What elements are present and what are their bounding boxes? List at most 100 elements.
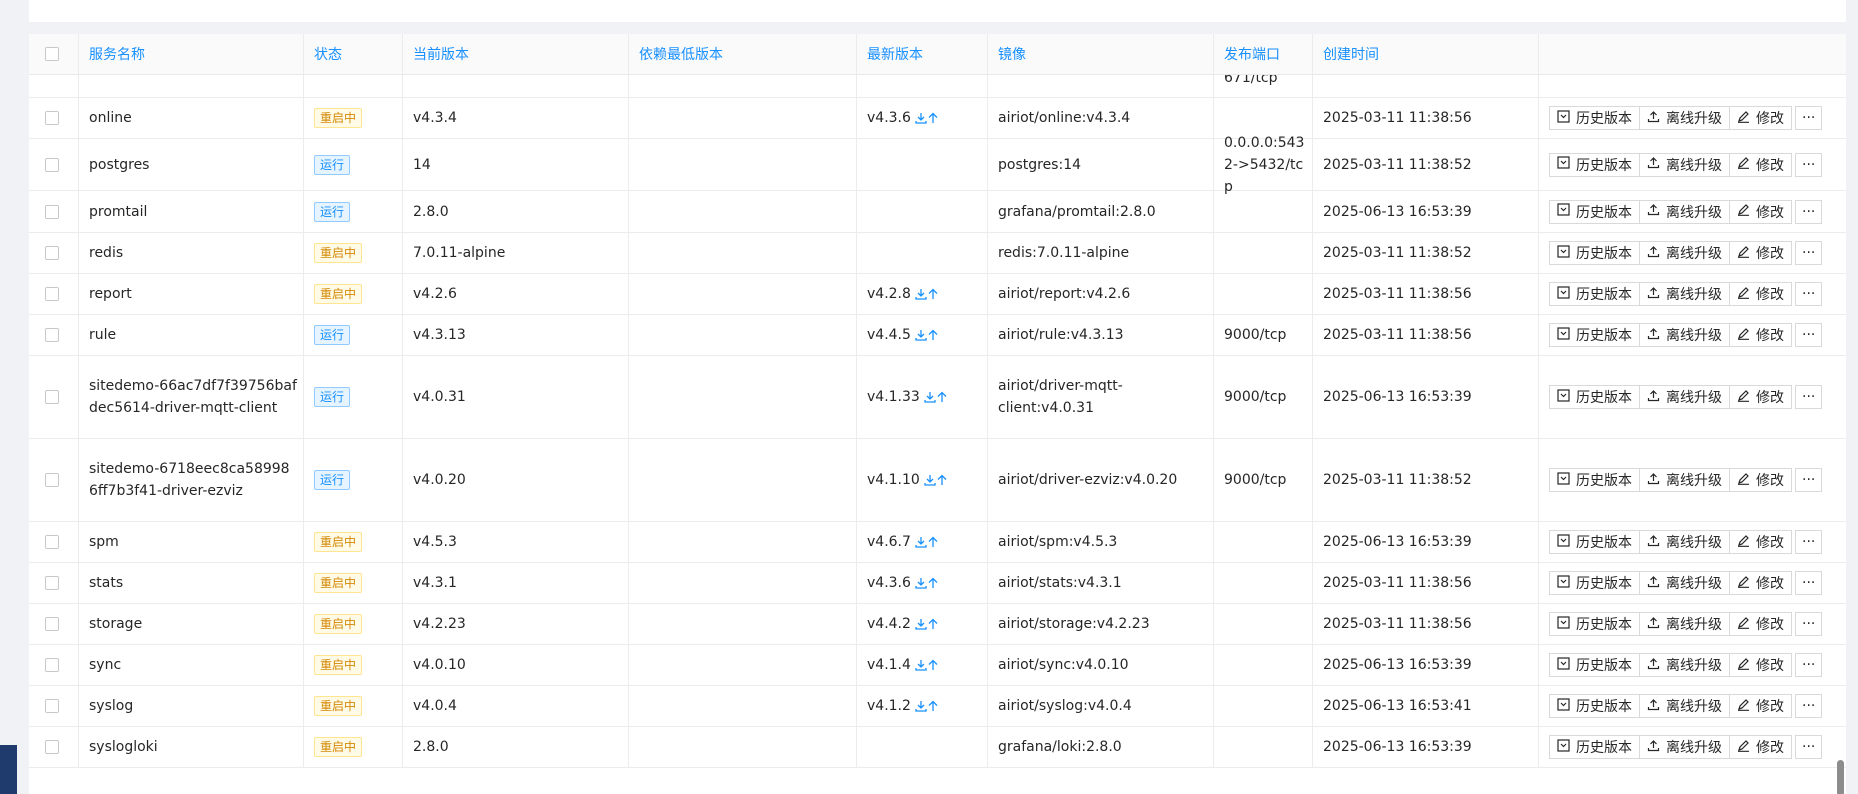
- history-version-button[interactable]: 历史版本: [1549, 106, 1640, 130]
- row-checkbox[interactable]: [45, 111, 59, 125]
- row-checkbox[interactable]: [45, 617, 59, 631]
- row-checkbox[interactable]: [45, 287, 59, 301]
- edit-button[interactable]: 修改: [1729, 468, 1792, 492]
- offline-upgrade-button[interactable]: 离线升级: [1639, 106, 1730, 130]
- history-version-button[interactable]: 历史版本: [1549, 282, 1640, 306]
- edit-button[interactable]: 修改: [1729, 152, 1792, 177]
- edit-button[interactable]: 修改: [1729, 199, 1792, 224]
- row-checkbox[interactable]: [45, 204, 59, 219]
- more-button[interactable]: ···: [1795, 385, 1823, 409]
- more-button[interactable]: ···: [1795, 241, 1823, 265]
- status-badge: 重启中: [314, 737, 363, 757]
- more-button[interactable]: ···: [1795, 735, 1823, 759]
- edit-button[interactable]: 修改: [1729, 571, 1792, 595]
- header-latest-version[interactable]: 最新版本: [857, 34, 988, 74]
- header-min-dependency[interactable]: 依赖最低版本: [629, 34, 857, 74]
- more-button[interactable]: ···: [1795, 323, 1823, 347]
- offline-upgrade-button[interactable]: 离线升级: [1639, 241, 1730, 265]
- partial-row: 671/tcp: [29, 75, 1846, 98]
- history-version-button[interactable]: 历史版本: [1549, 735, 1640, 759]
- offline-upgrade-button[interactable]: 离线升级: [1639, 152, 1730, 177]
- offline-upgrade-button[interactable]: 离线升级: [1639, 571, 1730, 595]
- upgrade-link[interactable]: [915, 659, 939, 671]
- upgrade-link[interactable]: [915, 700, 939, 712]
- scrollbar-thumb[interactable]: [1837, 760, 1844, 794]
- history-version-button[interactable]: 历史版本: [1549, 323, 1640, 347]
- history-version-button[interactable]: 历史版本: [1549, 241, 1640, 265]
- history-version-button[interactable]: 历史版本: [1549, 530, 1640, 554]
- row-checkbox[interactable]: [45, 576, 59, 590]
- upgrade-link[interactable]: [915, 577, 939, 589]
- edit-button[interactable]: 修改: [1729, 106, 1792, 130]
- more-button[interactable]: ···: [1795, 106, 1823, 130]
- upgrade-link[interactable]: [924, 391, 948, 403]
- more-button[interactable]: ···: [1795, 612, 1823, 636]
- select-all-checkbox[interactable]: [45, 47, 59, 61]
- row-checkbox[interactable]: [45, 658, 59, 672]
- more-button[interactable]: ···: [1795, 468, 1823, 492]
- more-button[interactable]: ···: [1795, 694, 1823, 718]
- edit-button[interactable]: 修改: [1729, 241, 1792, 265]
- header-created[interactable]: 创建时间: [1313, 34, 1539, 74]
- table-row: syslogloki 重启中 2.8.0 grafana/loki:2.8.0 2025…: [29, 727, 1846, 768]
- header-port[interactable]: 发布端口: [1214, 34, 1313, 74]
- more-button[interactable]: ···: [1795, 653, 1823, 677]
- row-checkbox[interactable]: [45, 473, 59, 487]
- arrow-up-icon: [927, 618, 939, 630]
- history-version-button[interactable]: 历史版本: [1549, 468, 1640, 492]
- latest-version: v4.6.7: [867, 534, 911, 550]
- edit-button[interactable]: 修改: [1729, 282, 1792, 306]
- upgrade-link[interactable]: [915, 112, 939, 124]
- row-checkbox[interactable]: [45, 390, 59, 404]
- edit-button[interactable]: 修改: [1729, 385, 1792, 409]
- offline-upgrade-button[interactable]: 离线升级: [1639, 735, 1730, 759]
- offline-upgrade-button[interactable]: 离线升级: [1639, 653, 1730, 677]
- upgrade-link[interactable]: [915, 618, 939, 630]
- upgrade-link[interactable]: [915, 288, 939, 300]
- offline-upgrade-button[interactable]: 离线升级: [1639, 694, 1730, 718]
- history-version-button[interactable]: 历史版本: [1549, 152, 1640, 177]
- more-button[interactable]: ···: [1795, 571, 1823, 595]
- row-checkbox[interactable]: [45, 157, 59, 172]
- header-name[interactable]: 服务名称: [79, 34, 304, 74]
- edit-button[interactable]: 修改: [1729, 735, 1792, 759]
- offline-upgrade-button[interactable]: 离线升级: [1639, 612, 1730, 636]
- edit-button[interactable]: 修改: [1729, 530, 1792, 554]
- offline-upgrade-button[interactable]: 离线升级: [1639, 468, 1730, 492]
- row-checkbox[interactable]: [45, 246, 59, 260]
- upgrade-link[interactable]: [915, 536, 939, 548]
- history-version-button[interactable]: 历史版本: [1549, 612, 1640, 636]
- row-checkbox[interactable]: [45, 699, 59, 713]
- history-version-button[interactable]: 历史版本: [1549, 199, 1640, 224]
- current-version: v4.3.13: [403, 315, 629, 355]
- history-version-button[interactable]: 历史版本: [1549, 653, 1640, 677]
- offline-upgrade-button[interactable]: 离线升级: [1639, 282, 1730, 306]
- row-checkbox[interactable]: [45, 328, 59, 342]
- more-button[interactable]: ···: [1795, 152, 1823, 177]
- offline-upgrade-button[interactable]: 离线升级: [1639, 323, 1730, 347]
- offline-upgrade-button[interactable]: 离线升级: [1639, 385, 1730, 409]
- edit-button[interactable]: 修改: [1729, 694, 1792, 718]
- status-cell: 重启中: [304, 98, 403, 138]
- header-status[interactable]: 状态: [304, 34, 403, 74]
- edit-button[interactable]: 修改: [1729, 323, 1792, 347]
- more-button[interactable]: ···: [1795, 282, 1823, 306]
- history-version-button[interactable]: 历史版本: [1549, 385, 1640, 409]
- upgrade-link[interactable]: [915, 329, 939, 341]
- edit-button[interactable]: 修改: [1729, 612, 1792, 636]
- header-current-version[interactable]: 当前版本: [403, 34, 629, 74]
- service-name: spm: [79, 522, 304, 562]
- row-checkbox[interactable]: [45, 535, 59, 549]
- row-select-cell: [29, 604, 79, 644]
- more-button[interactable]: ···: [1795, 199, 1823, 224]
- offline-upgrade-button[interactable]: 离线升级: [1639, 530, 1730, 554]
- row-checkbox[interactable]: [45, 740, 59, 754]
- offline-upgrade-button[interactable]: 离线升级: [1639, 199, 1730, 224]
- history-version-button[interactable]: 历史版本: [1549, 694, 1640, 718]
- edit-button[interactable]: 修改: [1729, 653, 1792, 677]
- header-image[interactable]: 镜像: [988, 34, 1214, 74]
- more-button[interactable]: ···: [1795, 530, 1823, 554]
- history-version-button[interactable]: 历史版本: [1549, 571, 1640, 595]
- history-icon: [1557, 244, 1576, 262]
- upgrade-link[interactable]: [924, 474, 948, 486]
